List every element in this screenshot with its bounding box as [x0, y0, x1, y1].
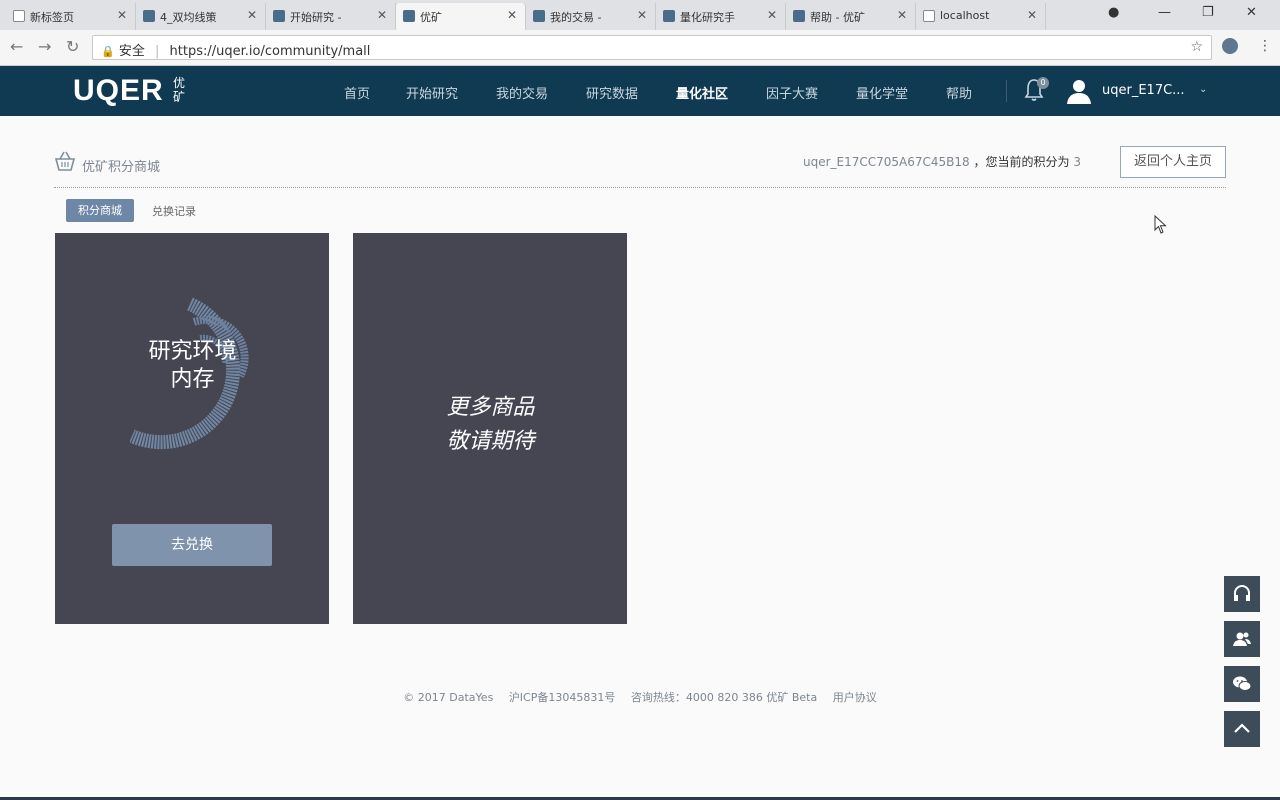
wechat-button[interactable]: [1224, 666, 1260, 702]
mouse-cursor-icon: [1154, 215, 1167, 234]
browser-tab[interactable]: 我的交易 - ✕: [526, 3, 656, 30]
uqer-favicon-icon: [143, 10, 155, 22]
browser-tab-label: 4_双均线策: [160, 11, 217, 24]
back-icon[interactable]: ←: [10, 37, 23, 56]
product-card-memory: 研究环境 内存 去兑换: [55, 233, 329, 624]
browser-tab-active[interactable]: 优矿 ✕: [396, 3, 526, 30]
close-icon[interactable]: ✕: [897, 8, 907, 22]
browser-tab[interactable]: 新标签页 ✕: [6, 3, 136, 30]
browser-tab-label: 帮助 - 优矿: [810, 11, 865, 24]
browser-tab-label: 量化研究手: [680, 11, 735, 24]
coming-soon-text: 更多商品 敬请期待: [413, 391, 568, 459]
customer-service-button[interactable]: [1224, 576, 1260, 612]
site-logo[interactable]: UQER: [73, 74, 164, 108]
secure-label: 安全: [118, 44, 145, 59]
close-window-icon[interactable]: ✕: [1246, 5, 1257, 20]
browser-tab[interactable]: 4_双均线策 ✕: [136, 3, 266, 30]
reload-icon[interactable]: ↻: [66, 37, 79, 56]
divider: [54, 187, 1226, 188]
close-icon[interactable]: ✕: [507, 8, 517, 22]
close-icon[interactable]: ✕: [767, 8, 777, 22]
product-card-coming-soon: 更多商品 敬请期待: [353, 233, 627, 624]
browser-tab[interactable]: 开始研究 - ✕: [266, 3, 396, 30]
close-icon[interactable]: ✕: [117, 8, 127, 22]
site-logo-cn: 优矿: [173, 76, 186, 104]
coming-soon-line2: 敬请期待: [446, 429, 535, 454]
wechat-icon: [1233, 676, 1252, 691]
nav-research-data[interactable]: 研究数据: [586, 83, 638, 102]
close-icon[interactable]: ✕: [377, 8, 387, 22]
points-label: ，您当前的积分为: [973, 155, 1070, 169]
page-icon: [13, 10, 25, 22]
browser-tab-label: 我的交易 -: [550, 11, 602, 24]
points-value: 3: [1073, 155, 1081, 169]
product-name: 研究环境 内存: [115, 338, 270, 394]
copyright: © 2017 DataYes: [403, 691, 494, 704]
nav-divider: [1006, 80, 1007, 102]
browser-tab[interactable]: localhost ✕: [916, 3, 1046, 30]
nav-home[interactable]: 首页: [344, 83, 370, 102]
basket-icon: [54, 151, 76, 171]
product-name-line1: 研究环境: [148, 339, 237, 364]
close-icon[interactable]: ✕: [247, 8, 257, 22]
community-button[interactable]: [1224, 621, 1260, 657]
nav-factor-contest[interactable]: 因子大赛: [766, 83, 818, 102]
extension-icon[interactable]: [1222, 38, 1238, 54]
restore-icon[interactable]: ❐: [1202, 5, 1214, 20]
close-icon[interactable]: ✕: [637, 8, 647, 22]
back-to-profile-button[interactable]: 返回个人主页: [1120, 146, 1226, 178]
profile-icon[interactable]: ●: [1108, 5, 1119, 20]
bookmark-star-icon[interactable]: ☆: [1190, 39, 1203, 55]
chevron-up-icon: [1234, 723, 1250, 733]
headset-icon: [1234, 585, 1250, 601]
browser-menu-icon[interactable]: ⋮: [1258, 38, 1272, 54]
chevron-down-icon[interactable]: ⌄: [1199, 84, 1207, 95]
url-text: https://uqer.io/community/mall: [169, 44, 371, 59]
icp-link[interactable]: 沪ICP备13045831号: [509, 691, 616, 704]
browser-tab-label: 开始研究 -: [290, 11, 342, 24]
browser-tab-label: 优矿: [420, 11, 442, 24]
avatar-icon[interactable]: [1066, 78, 1092, 104]
uqer-favicon-icon: [663, 10, 675, 22]
tab-redeem-history[interactable]: 兑换记录: [152, 203, 196, 219]
page-title: 优矿积分商城: [82, 160, 161, 175]
minimize-icon[interactable]: —: [1158, 5, 1171, 20]
nav-my-trades[interactable]: 我的交易: [496, 83, 548, 102]
back-to-top-button[interactable]: [1224, 711, 1260, 747]
uqer-favicon-icon: [273, 10, 285, 22]
nav-quant-school[interactable]: 量化学堂: [856, 83, 908, 102]
browser-toolbar: ← → ↻ 🔒 安全 | https://uqer.io/community/m…: [0, 30, 1280, 66]
address-bar[interactable]: 🔒 安全 | https://uqer.io/community/mall ☆: [92, 35, 1212, 60]
uqer-favicon-icon: [533, 10, 545, 22]
close-icon[interactable]: ✕: [1027, 8, 1037, 22]
browser-tab[interactable]: 帮助 - 优矿 ✕: [786, 3, 916, 30]
uqer-favicon-icon: [793, 10, 805, 22]
uqer-favicon-icon: [403, 10, 415, 22]
page-icon: [923, 10, 935, 22]
tab-points-mall[interactable]: 积分商城: [66, 199, 134, 222]
users-icon: [1233, 632, 1251, 646]
agreement-link[interactable]: 用户协议: [833, 691, 877, 704]
nav-community[interactable]: 量化社区: [676, 83, 728, 102]
hotline: 咨询热线：4000 820 386 优矿 Beta: [630, 691, 818, 704]
address-separator: |: [155, 44, 160, 59]
notification-badge: 0: [1037, 77, 1049, 89]
forward-icon[interactable]: →: [38, 37, 51, 56]
footer: © 2017 DataYes 沪ICP备13045831号 咨询热线：4000 …: [0, 689, 1280, 705]
coming-soon-line1: 更多商品: [446, 395, 535, 420]
browser-tab-label: 新标签页: [30, 11, 74, 24]
nav-help[interactable]: 帮助: [946, 83, 972, 102]
product-name-line2: 内存: [170, 367, 215, 392]
lock-icon: 🔒: [101, 45, 115, 58]
site-header: UQER 优矿 首页 开始研究 我的交易 研究数据 量化社区 因子大赛 量化学堂…: [0, 66, 1280, 116]
points-info: uqer_E17CC705A67C45B18 ，您当前的积分为 3: [803, 153, 1081, 170]
nav-start-research[interactable]: 开始研究: [406, 83, 458, 102]
redeem-button[interactable]: 去兑换: [112, 524, 272, 566]
user-id: uqer_E17CC705A67C45B18: [803, 155, 970, 169]
browser-tab-label: localhost: [940, 9, 990, 22]
browser-tab-bar: 新标签页 ✕ 4_双均线策 ✕ 开始研究 - ✕ 优矿 ✕ 我的交易 - ✕ 量化研究手 ✕…: [0, 0, 1280, 30]
browser-tab[interactable]: 量化研究手 ✕: [656, 3, 786, 30]
username[interactable]: uqer_E17C...: [1102, 83, 1185, 98]
